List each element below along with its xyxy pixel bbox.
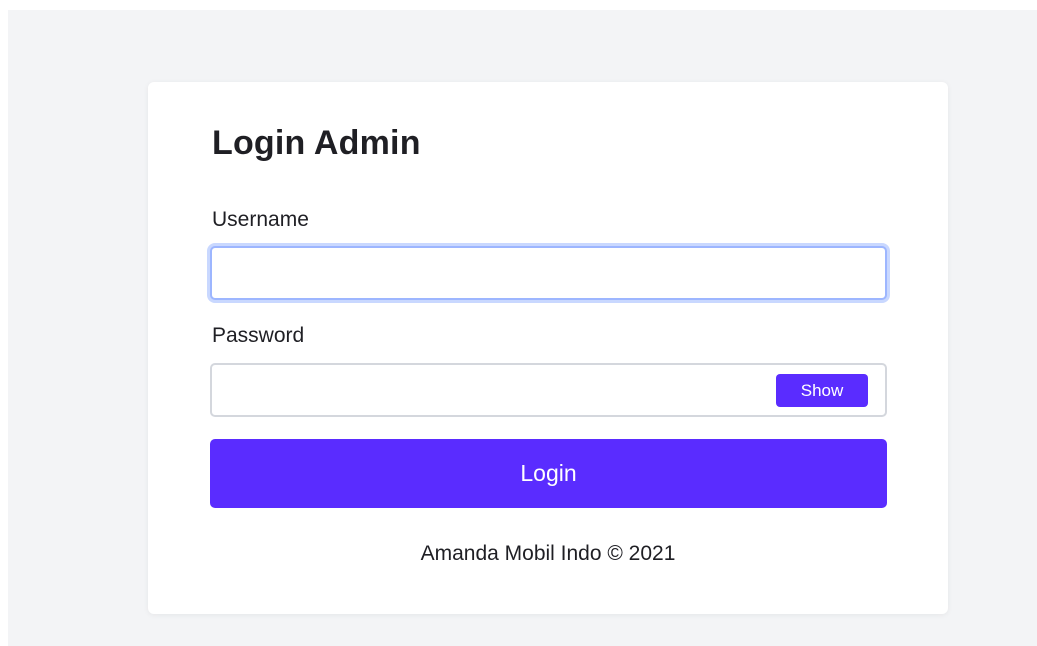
password-label: Password bbox=[212, 324, 305, 347]
show-password-button[interactable]: Show bbox=[776, 374, 868, 407]
password-field: Show bbox=[210, 363, 887, 417]
login-button[interactable]: Login bbox=[210, 439, 887, 508]
password-input[interactable] bbox=[212, 365, 786, 415]
page-title: Login Admin bbox=[212, 124, 421, 162]
username-input[interactable] bbox=[210, 246, 887, 300]
username-label: Username bbox=[212, 208, 309, 231]
page-background: Login Admin Username Password Show Login… bbox=[8, 10, 1037, 646]
login-card: Login Admin Username Password Show Login… bbox=[148, 82, 948, 614]
footer-copyright: Amanda Mobil Indo © 2021 bbox=[420, 542, 676, 565]
